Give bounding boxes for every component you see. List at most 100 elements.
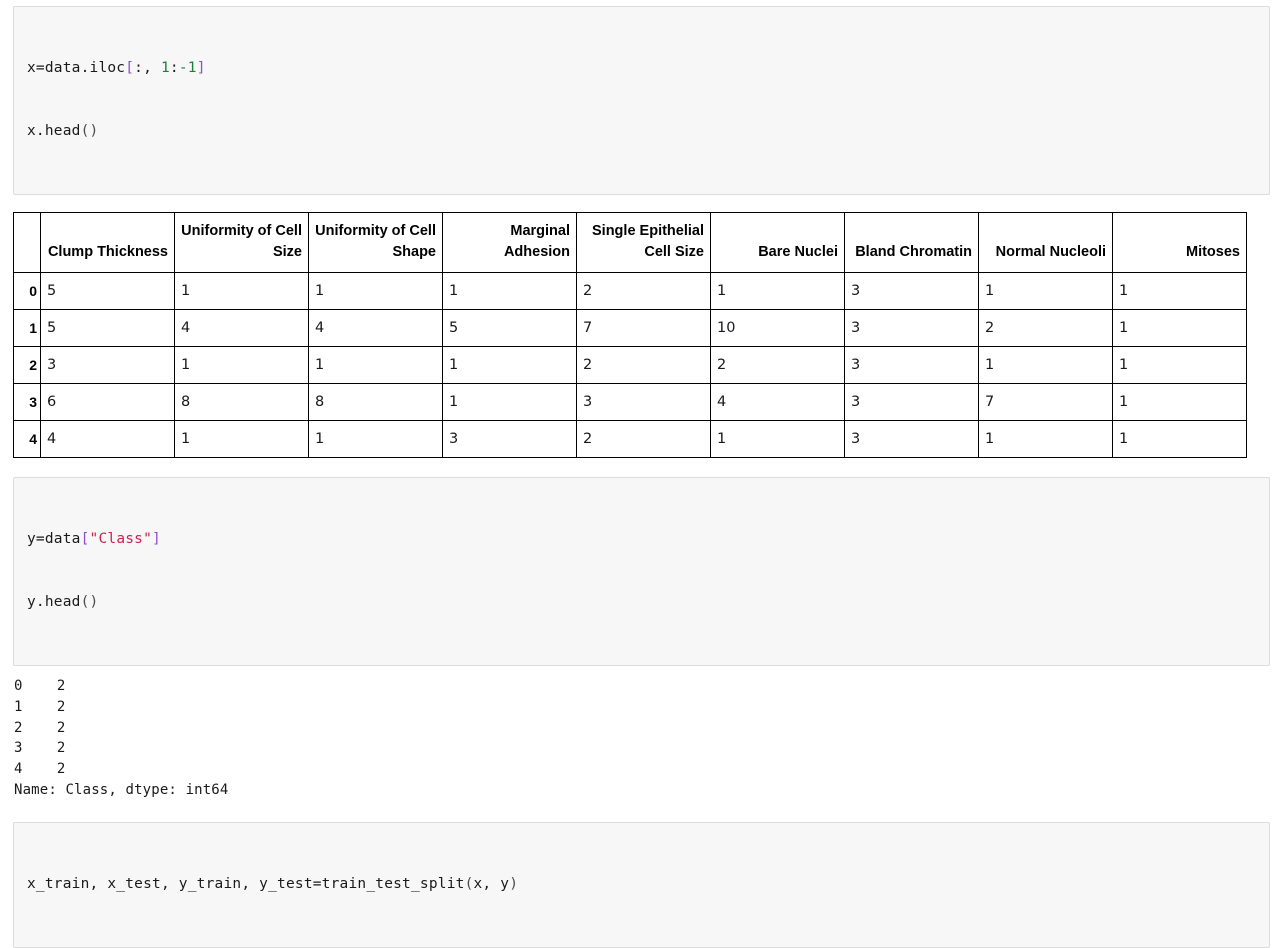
table-cell: 3	[442, 420, 577, 458]
code-token-plain: y.head	[27, 594, 81, 610]
table-cell: 3	[40, 346, 175, 384]
table-cell: 6	[40, 383, 175, 421]
row-index: 4	[13, 420, 41, 458]
table-cell: 1	[710, 420, 845, 458]
table-cell: 3	[844, 272, 979, 310]
table-row: 1 5 4 4 5 7 10 3 2 1	[13, 309, 1247, 347]
table-cell: 8	[308, 383, 443, 421]
table-cell: 2	[576, 272, 711, 310]
table-row: 2 3 1 1 1 2 2 3 1 1	[13, 346, 1247, 384]
code-token-plain: x.head	[27, 123, 81, 139]
table-cell: 5	[40, 309, 175, 347]
table-cell: 1	[1112, 272, 1247, 310]
code-token-paren: (	[464, 875, 474, 892]
table-cell: 1	[978, 272, 1113, 310]
table-cell: 5	[442, 309, 577, 347]
row-index: 2	[13, 346, 41, 384]
code-token-paren: ()	[80, 594, 99, 610]
series-head-output: 0 2 1 2 2 2 3 2 4 2 Name: Class, dtype: …	[14, 678, 229, 798]
code-token-plain: ,	[143, 60, 161, 76]
table-body: 0 5 1 1 1 2 1 3 1 1 1 5 4 4 5 7 10 3 2 1…	[13, 272, 1247, 458]
table-header-row: Clump Thickness Uniformity of Cell Size …	[13, 212, 1247, 273]
code-token-num: 1	[160, 60, 170, 76]
table-cell: 1	[978, 420, 1113, 458]
code-token-bracket: [	[125, 60, 135, 76]
code-token-bracket: [	[80, 531, 90, 547]
row-index: 0	[13, 272, 41, 310]
table-cell: 1	[1112, 309, 1247, 347]
table-cell: 1	[308, 346, 443, 384]
table-row: 4 4 1 1 3 2 1 3 1 1	[13, 420, 1247, 458]
table-cell: 1	[174, 420, 309, 458]
code-line: y=data["Class"]	[27, 529, 1257, 550]
table-cell: 4	[710, 383, 845, 421]
table-cell: 1	[308, 420, 443, 458]
table-cell: 3	[844, 309, 979, 347]
code-token-plain: x=data.iloc	[27, 60, 126, 76]
code-cell-y-class[interactable]: y=data["Class"] y.head()	[13, 477, 1270, 666]
code-line: x=data.iloc[:, 1:-1]	[27, 58, 1257, 79]
code-token-plain: x, y	[473, 875, 510, 892]
code-line: y.head()	[27, 592, 1257, 613]
column-header: Bland Chromatin	[844, 212, 979, 273]
table-cell: 3	[576, 383, 711, 421]
column-header: Single Epithelial Cell Size	[576, 212, 711, 273]
table-cell: 1	[710, 272, 845, 310]
table-cell: 7	[576, 309, 711, 347]
table-row: 0 5 1 1 1 2 1 3 1 1	[13, 272, 1247, 310]
table-cell: 2	[978, 309, 1113, 347]
code-line: x.head()	[27, 121, 1257, 142]
table-cell: 1	[442, 346, 577, 384]
code-token-paren: ()	[80, 123, 99, 139]
table-cell: 1	[174, 272, 309, 310]
column-header: Uniformity of Cell Size	[174, 212, 309, 273]
code-token-bracket: ]	[152, 531, 161, 547]
table-cell: 3	[844, 420, 979, 458]
table-cell: 10	[710, 309, 845, 347]
table-cell: 1	[978, 346, 1113, 384]
table-head: Clump Thickness Uniformity of Cell Size …	[13, 212, 1247, 273]
dataframe-table: Clump Thickness Uniformity of Cell Size …	[13, 212, 1247, 458]
row-index: 3	[13, 383, 41, 421]
table-cell: 2	[576, 346, 711, 384]
dataframe-output: Clump Thickness Uniformity of Cell Size …	[13, 212, 1247, 458]
code-token-plain: :	[134, 60, 144, 76]
code-token-bracket: ]	[196, 60, 206, 76]
table-cell: 3	[844, 346, 979, 384]
table-cell: 3	[844, 383, 979, 421]
column-header: Bare Nuclei	[710, 212, 845, 273]
code-cell-train-test-split[interactable]: x_train, x_test, y_train, y_test=train_t…	[13, 821, 1270, 948]
table-cell: 2	[576, 420, 711, 458]
table-cell: 1	[1112, 346, 1247, 384]
code-token-plain: x_train, x_test, y_train, y_test=train_t…	[27, 875, 465, 892]
table-cell: 8	[174, 383, 309, 421]
table-cell: 1	[1112, 383, 1247, 421]
table-cell: 1	[174, 346, 309, 384]
column-header: Uniformity of Cell Shape	[308, 212, 443, 273]
table-cell: 1	[1112, 420, 1247, 458]
code-token-str: "Class"	[89, 531, 153, 547]
table-cell: 1	[442, 383, 577, 421]
table-cell: 4	[174, 309, 309, 347]
code-token-plain: y=data	[27, 531, 81, 547]
table-cell: 2	[710, 346, 845, 384]
code-cell-x-iloc[interactable]: x=data.iloc[:, 1:-1] x.head()	[13, 6, 1270, 195]
index-corner-header	[13, 212, 41, 273]
column-header: Normal Nucleoli	[978, 212, 1113, 273]
code-line: x_train, x_test, y_train, y_test=train_t…	[27, 874, 1257, 895]
column-header: Marginal Adhesion	[442, 212, 577, 273]
notebook-document: x=data.iloc[:, 1:-1] x.head() Clump Thic…	[0, 6, 1285, 948]
table-cell: 1	[308, 272, 443, 310]
code-token-plain: :	[169, 60, 179, 76]
column-header: Mitoses	[1112, 212, 1247, 273]
table-cell: 5	[40, 272, 175, 310]
table-row: 3 6 8 8 1 3 4 3 7 1	[13, 383, 1247, 421]
table-cell: 1	[442, 272, 577, 310]
table-cell: 7	[978, 383, 1113, 421]
column-header: Clump Thickness	[40, 212, 175, 273]
table-cell: 4	[40, 420, 175, 458]
code-token-num: -1	[178, 60, 197, 76]
code-token-paren: )	[509, 875, 519, 892]
table-cell: 4	[308, 309, 443, 347]
row-index: 1	[13, 309, 41, 347]
